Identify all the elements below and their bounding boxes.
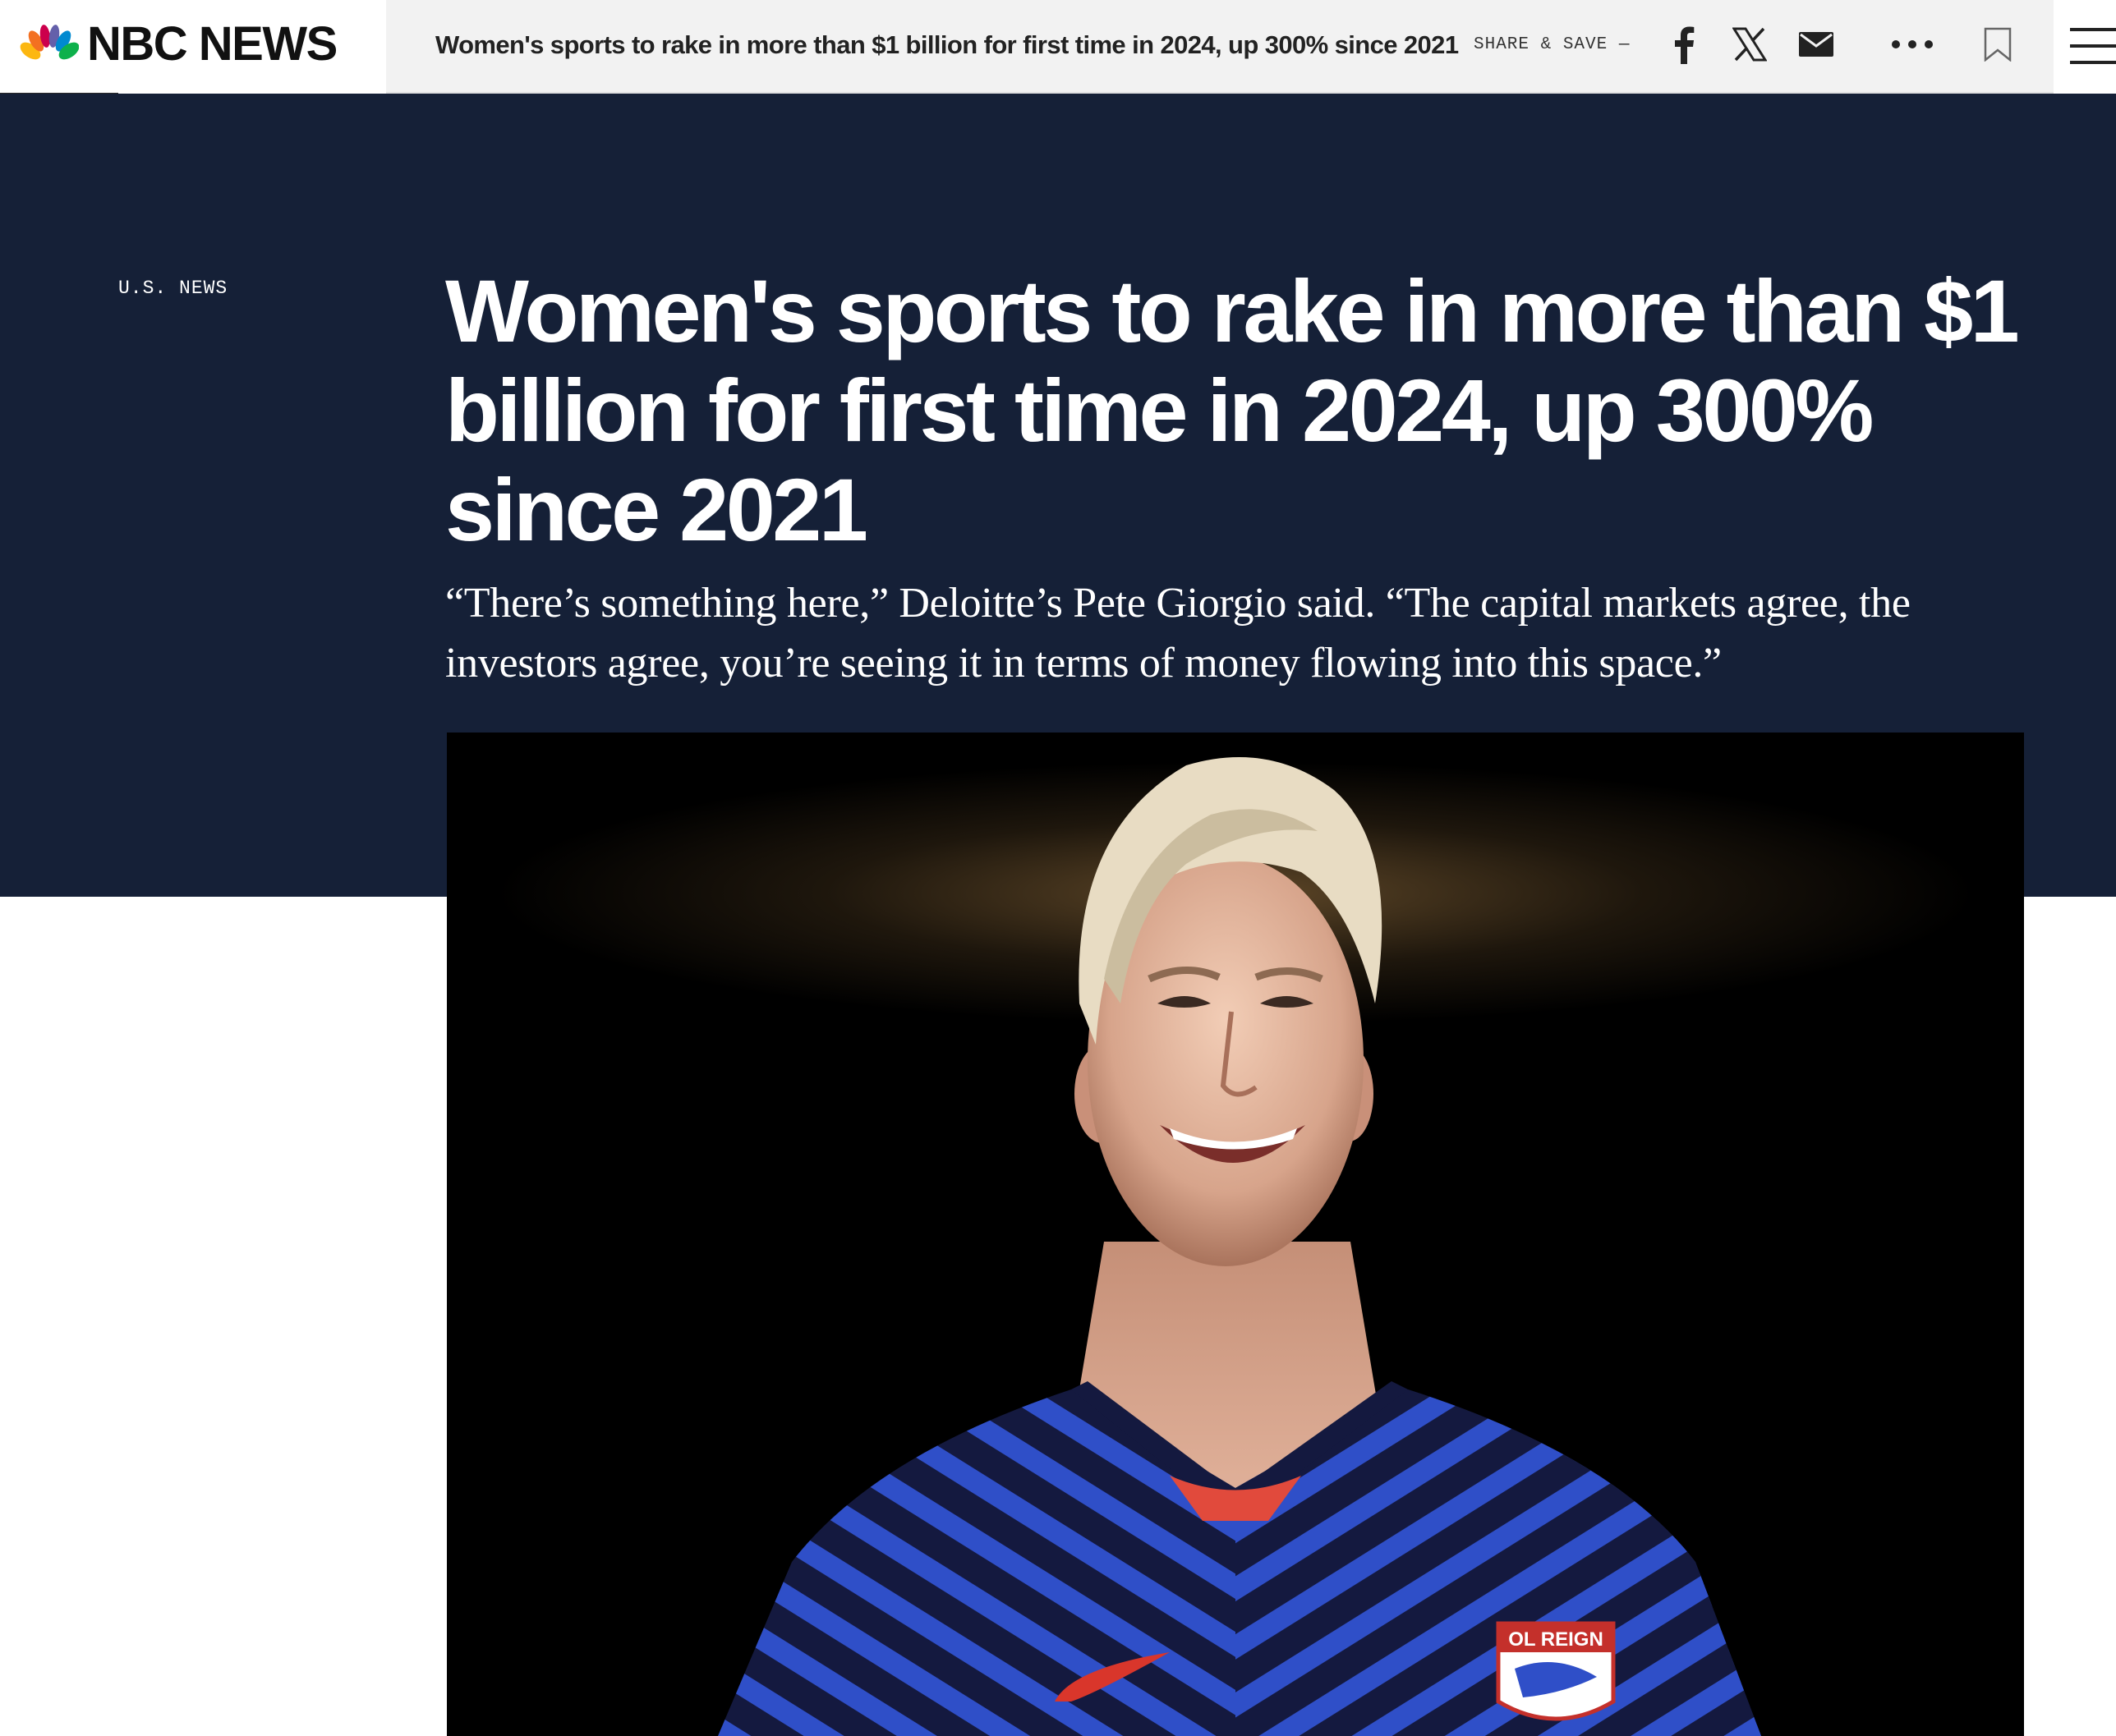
brand-wordmark: NBC NEWS	[87, 17, 338, 71]
article-dek: “There’s something here,” Deloitte’s Pet…	[445, 580, 1911, 687]
x-share-button[interactable]	[1727, 21, 1773, 67]
article-headline: Women's sports to rake in more than $1 b…	[445, 261, 2020, 559]
menu-icon	[2070, 28, 2116, 64]
x-icon	[1732, 27, 1767, 62]
jersey-badge-text: OL REIGN	[1508, 1628, 1603, 1651]
email-share-button[interactable]	[1793, 21, 1839, 67]
lead-photo-illustration: OL REIGN	[718, 757, 1761, 1736]
save-bookmark-button[interactable]	[1975, 21, 2021, 67]
more-share-button[interactable]	[1889, 21, 1935, 67]
bookmark-icon	[1984, 27, 2012, 62]
facebook-share-button[interactable]	[1661, 21, 1707, 67]
header-article-title: Women's sports to rake in more than $1 b…	[435, 30, 1459, 59]
more-icon	[1892, 40, 1933, 48]
share-save-label: SHARE & SAVE —	[1474, 35, 1631, 54]
logo-link[interactable]: NBC NEWS	[0, 0, 386, 95]
facebook-icon	[1675, 26, 1695, 64]
menu-button[interactable]	[2054, 0, 2116, 94]
sticky-header: NBC NEWS Women's sports to rake in more …	[0, 0, 2116, 95]
lead-photo: OL REIGN	[447, 733, 2024, 1736]
peacock-logo-icon	[20, 25, 79, 62]
email-icon	[1799, 32, 1833, 57]
section-label[interactable]: U.S. NEWS	[118, 276, 228, 301]
